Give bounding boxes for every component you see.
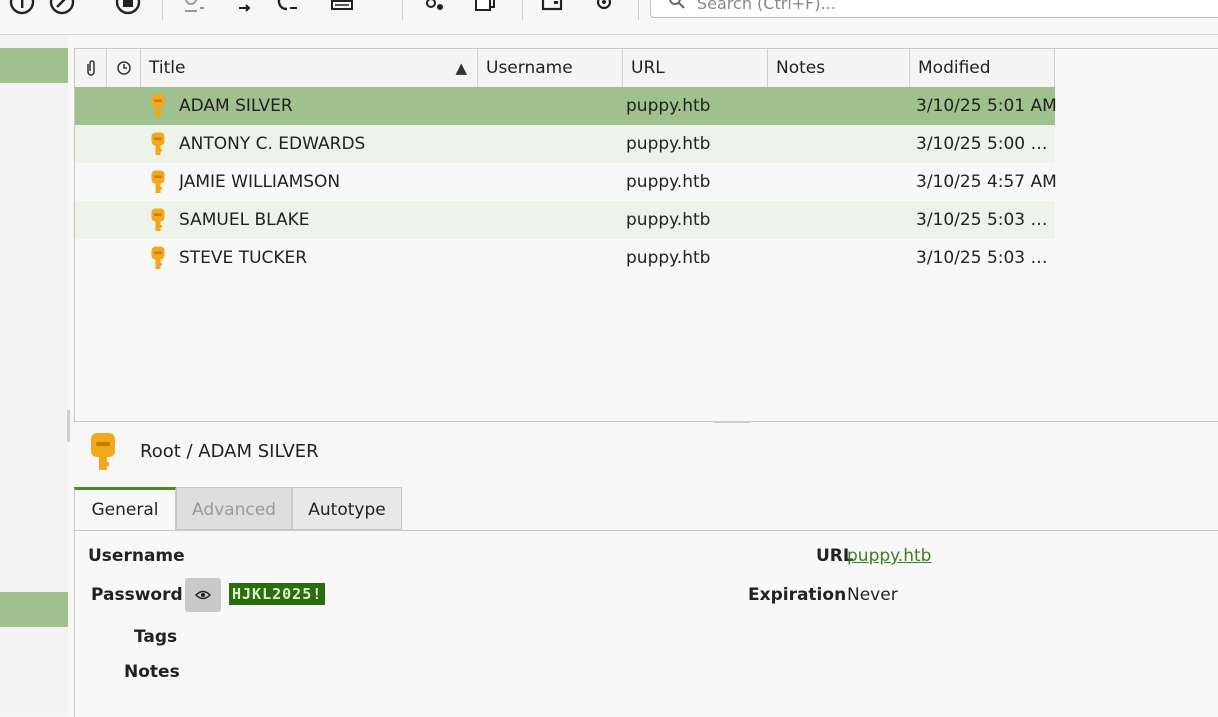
row-url-cell: puppy.htb — [626, 172, 711, 192]
key-icon — [151, 94, 165, 117]
copy-username-icon[interactable] — [178, 0, 210, 18]
group-item-highlight[interactable] — [0, 592, 68, 627]
key-icon — [91, 433, 115, 470]
title-column-header[interactable]: Title ▲ — [141, 49, 478, 87]
key-icon — [151, 246, 165, 269]
copy-url-icon[interactable] — [272, 0, 304, 18]
copy-password-icon[interactable] — [228, 0, 260, 18]
username-label: Username — [88, 546, 185, 566]
tab-general[interactable]: General — [74, 487, 176, 530]
row-title-cell: ANTONY C. EDWARDS — [179, 134, 366, 154]
table-row[interactable]: SAMUEL BLAKE puppy.htb 3/10/25 5:03 … — [75, 201, 1055, 239]
row-url-cell: puppy.htb — [626, 248, 711, 268]
password-value[interactable]: HJKL2025! — [229, 583, 326, 605]
row-url-cell: puppy.htb — [626, 96, 711, 116]
eye-icon — [195, 590, 211, 600]
row-modified-cell: 3/10/25 5:01 AM — [916, 96, 1057, 116]
row-url-cell: puppy.htb — [626, 210, 711, 230]
row-title-cell: ADAM SILVER — [179, 96, 293, 116]
url-link[interactable]: puppy.htb — [847, 546, 931, 566]
row-modified-cell: 3/10/25 5:03 … — [916, 248, 1048, 268]
row-modified-cell: 3/10/25 5:00 … — [916, 134, 1048, 154]
notes-label: Notes — [124, 662, 180, 682]
key-icon — [151, 132, 165, 155]
autotype-icon[interactable] — [326, 0, 358, 18]
username-column-header[interactable]: Username — [478, 49, 623, 87]
url-column-header[interactable]: URL — [623, 49, 768, 87]
toolbar-separator — [162, 0, 163, 20]
clock-icon — [116, 61, 131, 75]
row-modified-cell: 3/10/25 5:03 … — [916, 210, 1048, 230]
search-input[interactable]: Search (Ctrl+F)... — [650, 0, 1218, 18]
entry-table: Title ▲ Username URL Notes Modified ADAM… — [74, 48, 1218, 422]
row-modified-cell: 3/10/25 4:57 AM — [916, 172, 1057, 192]
toolbar-separator — [402, 0, 403, 20]
row-url-cell: puppy.htb — [626, 134, 711, 154]
password-label: Password — [91, 585, 183, 605]
toolbar-separator — [638, 0, 639, 20]
splitter-handle[interactable] — [714, 421, 750, 423]
table-header: Title ▲ Username URL Notes Modified — [75, 49, 1055, 88]
groups-settings-icon[interactable] — [418, 0, 450, 18]
clock-column-header[interactable] — [107, 49, 141, 87]
entry-breadcrumb: Root / ADAM SILVER — [140, 441, 319, 462]
paperclip-icon — [86, 60, 95, 76]
attachment-column-header[interactable] — [75, 49, 107, 87]
show-password-button[interactable] — [185, 578, 221, 612]
table-row[interactable]: JAMIE WILLIAMSON puppy.htb 3/10/25 4:57 AM — [75, 163, 1057, 201]
search-icon — [669, 0, 685, 9]
expiration-label: Expiration — [748, 585, 847, 605]
search-placeholder: Search (Ctrl+F)... — [697, 0, 836, 13]
table-row[interactable]: STEVE TUCKER puppy.htb 3/10/25 5:03 … — [75, 239, 1055, 277]
tab-advanced[interactable]: Advanced — [176, 487, 292, 530]
sort-ascending-icon: ▲ — [455, 59, 467, 77]
row-title-cell: STEVE TUCKER — [179, 248, 308, 268]
notes-column-header[interactable]: Notes — [768, 49, 910, 87]
toolbar-separator — [522, 0, 523, 20]
table-row[interactable]: ADAM SILVER puppy.htb 3/10/25 5:01 AM — [75, 87, 1057, 125]
title-column-label: Title — [149, 58, 186, 78]
settings-icon[interactable] — [588, 0, 620, 18]
row-title-cell: SAMUEL BLAKE — [179, 210, 310, 230]
key-icon — [151, 208, 165, 231]
tab-autotype[interactable]: Autotype — [292, 487, 402, 530]
edit-entry-icon[interactable] — [46, 0, 78, 18]
toolbar: Search (Ctrl+F)... — [0, 0, 1218, 35]
lock-database-icon[interactable] — [536, 0, 568, 18]
info-icon[interactable] — [6, 0, 38, 18]
entry-details-panel — [74, 530, 1218, 717]
table-row[interactable]: ANTONY C. EDWARDS puppy.htb 3/10/25 5:00 … — [75, 125, 1055, 163]
expiration-value: Never — [847, 585, 898, 605]
tags-label: Tags — [134, 627, 178, 647]
modified-column-header[interactable]: Modified — [910, 49, 1055, 87]
splitter-handle[interactable] — [67, 410, 70, 442]
delete-entry-icon[interactable] — [112, 0, 144, 18]
row-title-cell: JAMIE WILLIAMSON — [179, 172, 341, 192]
clone-entry-icon[interactable] — [470, 0, 502, 18]
group-item-selected[interactable] — [0, 48, 68, 83]
key-icon — [151, 170, 165, 193]
